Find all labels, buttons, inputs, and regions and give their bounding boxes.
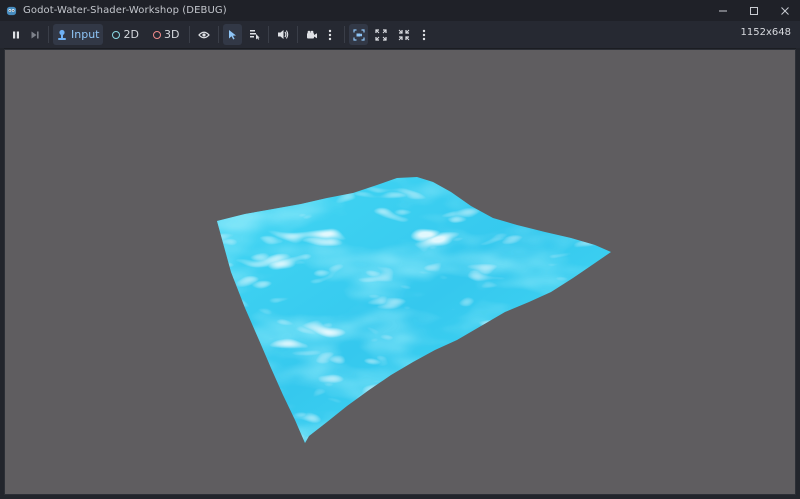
speaker-icon [278,30,289,39]
list-select-button[interactable] [245,24,264,45]
minimize-button[interactable] [707,0,738,21]
camera-icon [307,30,318,38]
audio-button[interactable] [273,24,293,45]
close-button[interactable] [769,0,800,21]
visibility-button[interactable] [194,24,214,45]
toolbar-separator [268,26,270,43]
title-bar: Godot-Water-Shader-Workshop (DEBUG) [0,0,800,21]
joystick-icon [58,29,66,40]
mode-2d-label: 2D [123,28,139,41]
mode-2d-button[interactable]: 2D [109,24,141,45]
game-viewport[interactable] [4,49,796,495]
water-plane [217,177,611,443]
resolution-label: 1152x648 [740,27,791,38]
3d-node-icon [152,30,161,39]
toolbar-separator [48,26,49,43]
input-toggle-button[interactable]: Input [53,24,104,45]
maximize-button[interactable] [738,0,769,21]
camera-override-icon [353,28,365,41]
toolbar-separator [189,26,191,43]
window-title: Godot-Water-Shader-Workshop (DEBUG) [23,5,227,16]
toolbar-separator [297,26,299,43]
mode-3d-label: 3D [163,28,180,41]
select-mode-button[interactable] [223,24,243,45]
mode-3d-button[interactable]: 3D [150,24,182,45]
next-frame-button[interactable] [25,24,44,45]
camera-override-button[interactable] [349,24,369,45]
fullscreen-icon [399,29,410,40]
pause-icon [12,31,19,38]
maximize-icon [749,6,758,15]
view-options-button[interactable] [416,24,432,45]
minimize-icon [718,10,727,11]
list-select-icon [250,30,261,40]
debug-toolbar: Input 2D 3D [0,21,800,48]
fullscreen-button[interactable] [394,24,414,45]
eye-icon [198,31,211,38]
toolbar-separator [218,26,220,43]
step-frame-icon [31,31,39,38]
vertical-dots-icon [423,29,426,40]
input-label: Input [71,28,100,41]
camera-options-button[interactable] [322,24,338,45]
select-arrow-icon [229,30,237,40]
godot-icon [6,6,17,16]
vertical-dots-icon [329,29,332,40]
window-controls [707,0,800,21]
fit-view-button[interactable] [371,24,391,45]
close-icon [780,6,789,15]
2d-node-icon [112,30,121,39]
pause-button[interactable] [6,24,25,45]
camera-button[interactable] [302,24,322,45]
expand-icon [375,28,388,41]
toolbar-separator [344,26,346,43]
